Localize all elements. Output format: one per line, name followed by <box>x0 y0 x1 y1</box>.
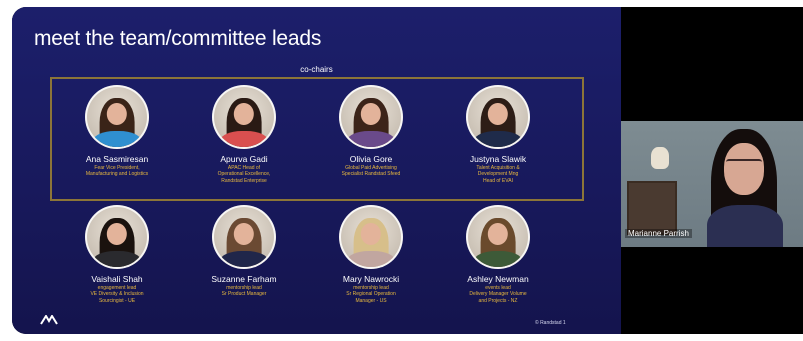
member-role: mentorship lead Sr Regional Operation Ma… <box>346 285 396 304</box>
participant-top <box>707 205 783 247</box>
member-face <box>487 102 509 126</box>
member-face <box>106 102 128 126</box>
member-role: APAC Head of Operational Excellence, Ran… <box>217 165 271 184</box>
team-member-card: Ana Sasmiresan Fear Vice President, Manuf… <box>52 85 182 178</box>
member-face <box>487 222 509 246</box>
slide-footer: © Randstad 1 <box>535 320 566 326</box>
member-face <box>233 222 255 246</box>
member-top <box>93 131 141 147</box>
member-name: Justyna Slawik <box>469 154 527 164</box>
member-name: Ana Sasmiresan <box>85 154 149 164</box>
member-face <box>106 222 128 246</box>
team-member-card: Justyna Slawik Talent Acquisition & Devel… <box>433 85 563 184</box>
member-name: Suzanne Farham <box>211 274 277 284</box>
co-chairs-label: co-chairs <box>300 65 333 74</box>
member-role: Talent Acquisition & Development Mng Hea… <box>476 165 520 184</box>
member-role: engagement lead VE Diversity & Inclusion… <box>90 285 144 304</box>
participant-video-tile[interactable]: Marianne Parrish <box>621 121 803 247</box>
member-photo <box>466 205 530 269</box>
member-photo <box>339 205 403 269</box>
member-face <box>360 102 382 126</box>
member-top <box>474 131 522 147</box>
member-top <box>220 131 268 147</box>
member-role: Fear Vice President, Manufacturing and L… <box>85 165 149 178</box>
member-photo <box>212 205 276 269</box>
member-photo <box>85 205 149 269</box>
member-photo <box>212 85 276 149</box>
presentation-slide: meet the team/committee leads co-chairs … <box>12 7 621 334</box>
member-photo <box>339 85 403 149</box>
member-role: Global Paid Advertising Specialist Rands… <box>341 165 401 178</box>
participant-glasses <box>726 159 762 169</box>
lamp <box>651 147 669 169</box>
member-top <box>347 251 395 267</box>
member-top <box>93 251 141 267</box>
team-member-card: Mary Nawrocki mentorship lead Sr Regional… <box>306 205 436 304</box>
randstad-logo-icon <box>40 314 58 328</box>
member-face <box>360 222 382 246</box>
team-member-card: Olivia Gore Global Paid Advertising Speci… <box>306 85 436 178</box>
member-name: Apurva Gadi <box>220 154 268 164</box>
team-member-card: Apurva Gadi APAC Head of Operational Exce… <box>179 85 309 184</box>
bookshelf <box>627 181 677 235</box>
team-member-card: Vaishali Shah engagement lead VE Diversit… <box>52 205 182 304</box>
member-name: Olivia Gore <box>349 154 393 164</box>
meeting-stage: meet the team/committee leads co-chairs … <box>12 7 803 334</box>
team-member-card: Suzanne Farham mentorship lead Sr Product… <box>179 205 309 298</box>
member-role: mentorship lead Sr Product Manager <box>221 285 267 298</box>
member-role: events lead Delivery Manager Volume and … <box>469 285 527 304</box>
member-photo <box>85 85 149 149</box>
slide-title: meet the team/committee leads <box>34 27 322 50</box>
member-top <box>474 251 522 267</box>
participant-name-label: Marianne Parrish <box>625 229 692 238</box>
member-name: Ashley Newman <box>467 274 529 284</box>
member-name: Mary Nawrocki <box>342 274 400 284</box>
member-photo <box>466 85 530 149</box>
member-face <box>233 102 255 126</box>
team-member-card: Ashley Newman events lead Delivery Manage… <box>433 205 563 304</box>
member-top <box>347 131 395 147</box>
member-name: Vaishali Shah <box>91 274 143 284</box>
participant-face <box>724 143 764 195</box>
member-top <box>220 251 268 267</box>
